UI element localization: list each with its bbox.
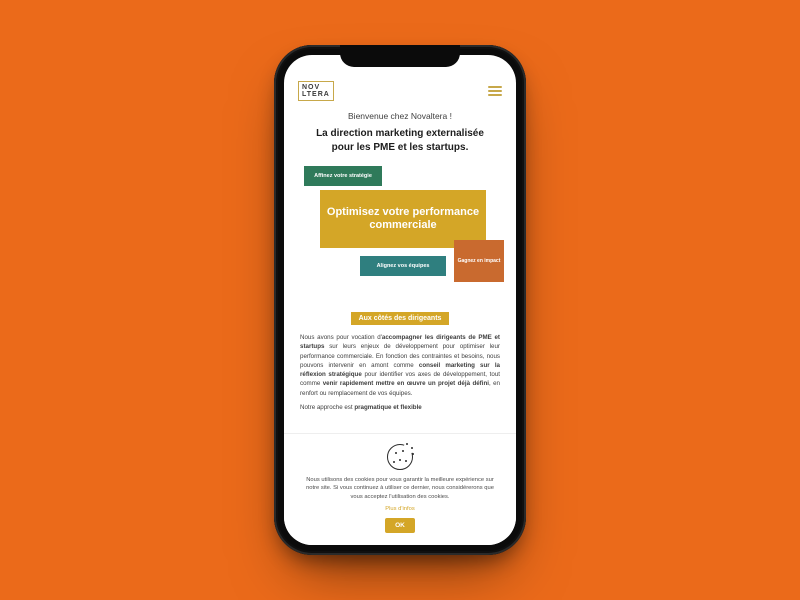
phone-frame: NOV LTERA Bienvenue chez Novaltera ! La … <box>274 45 526 555</box>
cookie-more-link[interactable]: Plus d'infos <box>302 506 498 512</box>
site-header: NOV LTERA <box>298 81 502 101</box>
welcome-text: Bienvenue chez Novaltera ! <box>298 111 502 121</box>
phone-screen: NOV LTERA Bienvenue chez Novaltera ! La … <box>284 55 516 545</box>
box-teams[interactable]: Alignez vos équipes <box>360 256 446 276</box>
logo-text-1: NOV <box>302 84 320 91</box>
cookie-icon <box>387 444 413 470</box>
box-strategy[interactable]: Affinez votre stratégie <box>304 166 382 186</box>
webpage-viewport[interactable]: NOV LTERA Bienvenue chez Novaltera ! La … <box>284 55 516 545</box>
page-headline: La direction marketing externalisée pour… <box>304 127 496 154</box>
cookie-banner: Nous utilisons des cookies pour vous gar… <box>284 433 516 545</box>
section-chip: Aux côtés des dirigeants <box>351 312 450 325</box>
logo-text-2: LTERA <box>302 91 330 98</box>
intro-paragraph-2: Notre approche est pragmatique et flexib… <box>300 404 500 411</box>
feature-stage: Affinez votre stratégie Optimisez votre … <box>298 166 502 298</box>
cookie-accept-button[interactable]: OK <box>385 518 415 533</box>
intro-paragraph: Nous avons pour vocation d'accompagner l… <box>300 333 500 398</box>
menu-icon[interactable] <box>488 86 502 96</box>
site-logo[interactable]: NOV LTERA <box>298 81 334 102</box>
phone-notch <box>340 45 460 67</box>
box-impact[interactable]: Gagnez en impact <box>454 240 504 282</box>
cookie-text: Nous utilisons des cookies pour vous gar… <box>302 476 498 501</box>
